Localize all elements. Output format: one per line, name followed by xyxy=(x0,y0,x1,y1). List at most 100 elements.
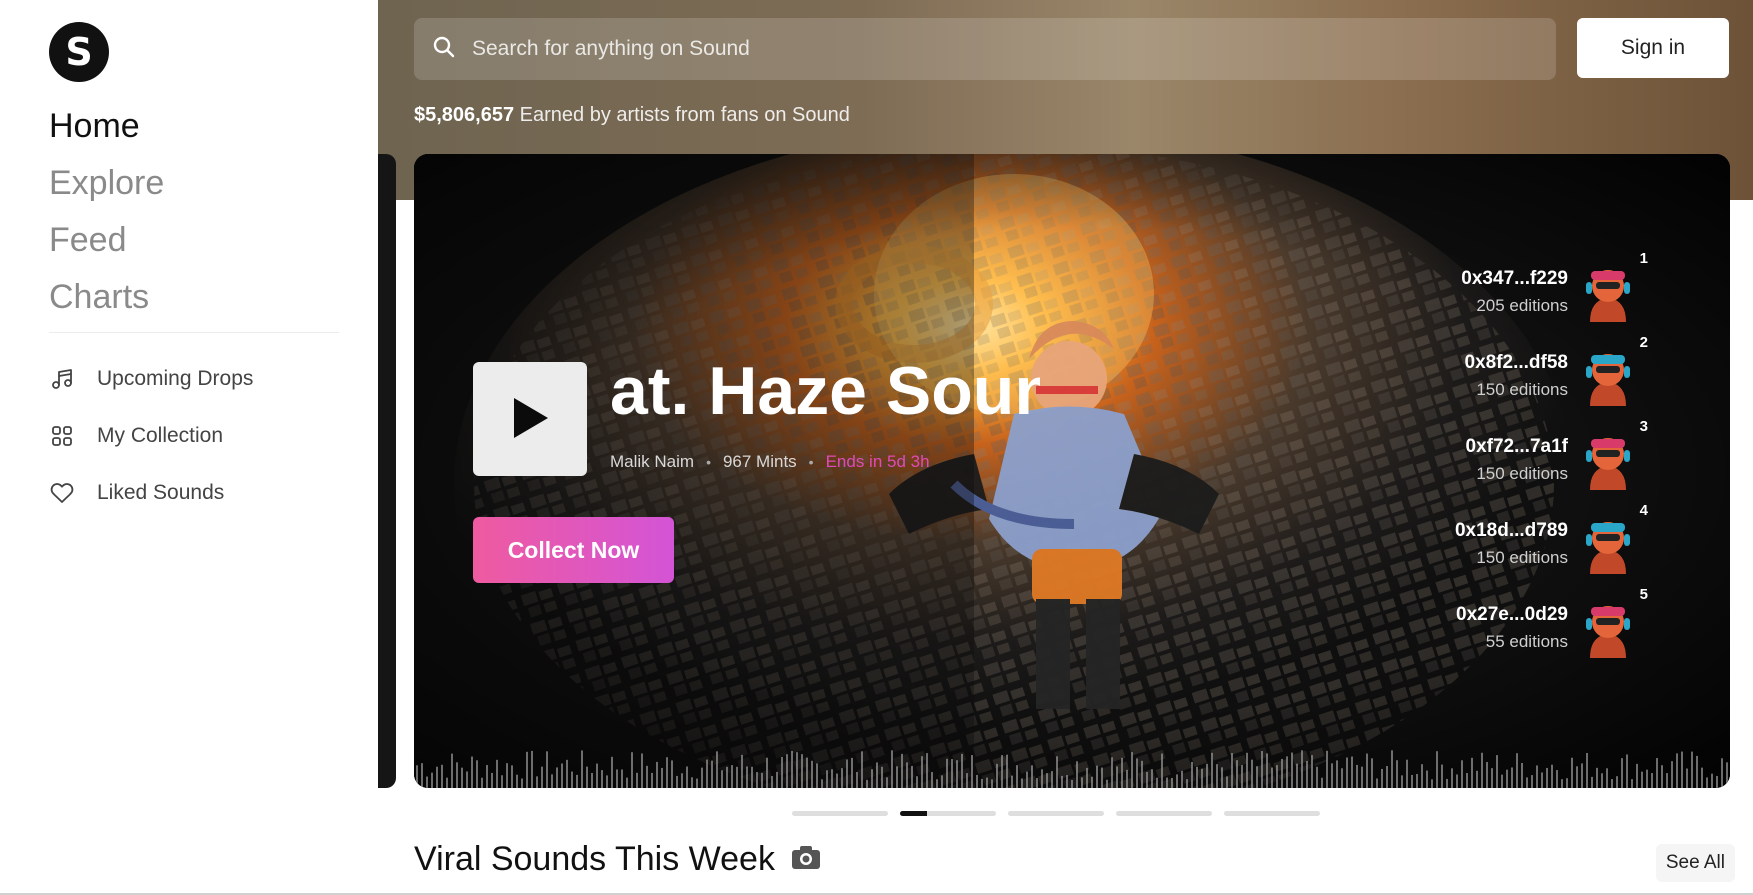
collector-rank: 3 xyxy=(1639,418,1648,435)
grid-icon xyxy=(49,423,75,449)
waveform-bar xyxy=(556,767,558,788)
waveform-bar xyxy=(686,766,688,788)
audio-waveform[interactable] xyxy=(414,742,1730,788)
collector-avatar[interactable] xyxy=(1580,346,1636,408)
waveform-bar xyxy=(481,777,483,788)
nav-item-home[interactable]: Home xyxy=(49,98,164,155)
collector-row[interactable]: 0x27e...0d29 55 editions 5 xyxy=(1376,586,1676,688)
sound-logo[interactable]: S xyxy=(49,22,109,82)
sidebar-item-liked-sounds[interactable]: Liked Sounds xyxy=(49,464,253,521)
collector-address[interactable]: 0xf72...7a1f xyxy=(1466,436,1568,458)
waveform-bar xyxy=(531,750,533,788)
see-all-button[interactable]: See All xyxy=(1655,844,1735,882)
nav-item-feed[interactable]: Feed xyxy=(49,212,164,269)
collect-now-button[interactable]: Collect Now xyxy=(473,517,674,583)
waveform-bar xyxy=(526,751,528,788)
waveform-bar xyxy=(1221,767,1223,788)
waveform-bar xyxy=(1676,753,1678,788)
waveform-bar xyxy=(1356,764,1358,788)
pagination-dot[interactable] xyxy=(1224,811,1320,816)
release-title[interactable]: at. Haze Sound xyxy=(610,352,1040,430)
collector-row[interactable]: 0x18d...d789 150 editions 4 xyxy=(1376,502,1676,604)
waveform-bar xyxy=(911,765,913,788)
artist-name[interactable]: Malik Naim xyxy=(610,452,694,472)
waveform-bar xyxy=(1611,779,1613,788)
top-collectors-list: 0x347...f229 205 editions 1 0x8f2...df58 150… xyxy=(1376,250,1676,688)
sidebar-item-upcoming-drops[interactable]: Upcoming Drops xyxy=(49,350,253,407)
waveform-bar xyxy=(1476,770,1478,788)
waveform-bar xyxy=(871,769,873,788)
collector-editions: 205 editions xyxy=(1476,296,1568,315)
waveform-bar xyxy=(1636,763,1638,788)
collector-row[interactable]: 0x8f2...df58 150 editions 2 xyxy=(1376,334,1676,436)
waveform-bar xyxy=(1116,766,1118,788)
waveform-bar xyxy=(711,760,713,788)
waveform-bar xyxy=(1436,751,1438,788)
play-button[interactable] xyxy=(473,362,587,476)
waveform-bar xyxy=(1296,763,1298,788)
waveform-bar xyxy=(1586,752,1588,788)
waveform-bar xyxy=(1186,779,1188,788)
collector-editions: 150 editions xyxy=(1476,548,1568,567)
waveform-bar xyxy=(1541,772,1543,788)
collector-address[interactable]: 0x18d...d789 xyxy=(1455,520,1568,542)
pagination-dot[interactable] xyxy=(792,811,888,816)
waveform-bar xyxy=(1421,764,1423,788)
collector-address[interactable]: 0x27e...0d29 xyxy=(1456,604,1568,626)
waveform-bar xyxy=(571,771,573,788)
waveform-bar xyxy=(1521,762,1523,788)
sidebar-item-label: Liked Sounds xyxy=(97,480,225,504)
collector-avatar[interactable] xyxy=(1580,262,1636,324)
waveform-bar xyxy=(426,776,428,788)
pagination-dot[interactable] xyxy=(1008,811,1104,816)
waveform-bar xyxy=(1501,774,1503,788)
waveform-bar xyxy=(1266,753,1268,788)
search-input[interactable] xyxy=(472,37,1372,61)
previous-slide-edge[interactable] xyxy=(378,154,396,788)
waveform-bar xyxy=(1626,754,1628,788)
collector-row[interactable]: 0xf72...7a1f 150 editions 3 xyxy=(1376,418,1676,520)
waveform-bar xyxy=(1301,750,1303,788)
collector-editions: 150 editions xyxy=(1476,380,1568,399)
viral-sounds-heading: Viral Sounds This Week xyxy=(414,840,821,879)
nav-item-explore[interactable]: Explore xyxy=(49,155,164,212)
waveform-bar xyxy=(956,760,958,788)
collector-avatar[interactable] xyxy=(1580,514,1636,576)
waveform-bar xyxy=(921,756,923,788)
sidebar-item-my-collection[interactable]: My Collection xyxy=(49,407,253,464)
waveform-bar xyxy=(1346,757,1348,788)
waveform-bar xyxy=(1721,758,1723,788)
collector-address[interactable]: 0x347...f229 xyxy=(1461,268,1568,290)
sidebar-item-label: My Collection xyxy=(97,423,224,447)
waveform-bar xyxy=(1591,776,1593,788)
waveform-bar xyxy=(1016,765,1018,788)
waveform-bar xyxy=(581,750,583,788)
waveform-bar xyxy=(1511,767,1513,788)
nav-item-charts[interactable]: Charts xyxy=(49,269,164,326)
waveform-bar xyxy=(1031,765,1033,788)
collector-row[interactable]: 0x347...f229 205 editions 1 xyxy=(1376,250,1676,352)
waveform-bar xyxy=(1071,779,1073,788)
pagination-dot[interactable] xyxy=(1116,811,1212,816)
waveform-bar xyxy=(841,768,843,788)
collector-avatar[interactable] xyxy=(1580,430,1636,492)
waveform-bar xyxy=(691,777,693,788)
waveform-bar xyxy=(1156,777,1158,788)
waveform-bar xyxy=(826,770,828,788)
pagination-dot[interactable] xyxy=(900,811,996,816)
waveform-bar xyxy=(501,775,503,788)
waveform-bar xyxy=(941,775,943,788)
search-bar[interactable] xyxy=(414,18,1556,80)
waveform-bar xyxy=(1146,771,1148,788)
waveform-bar xyxy=(806,757,808,788)
sign-in-button[interactable]: Sign in xyxy=(1577,18,1729,78)
featured-release-card[interactable]: at. Haze Sound Malik Naim • 967 Mints • … xyxy=(414,154,1730,788)
waveform-bar xyxy=(1176,774,1178,788)
collector-address[interactable]: 0x8f2...df58 xyxy=(1465,352,1569,374)
collector-rank: 4 xyxy=(1639,502,1648,519)
waveform-bar xyxy=(1181,770,1183,788)
waveform-bar xyxy=(1666,773,1668,788)
waveform-bar xyxy=(1291,752,1293,788)
collector-avatar[interactable] xyxy=(1580,598,1636,660)
waveform-bar xyxy=(1701,767,1703,788)
